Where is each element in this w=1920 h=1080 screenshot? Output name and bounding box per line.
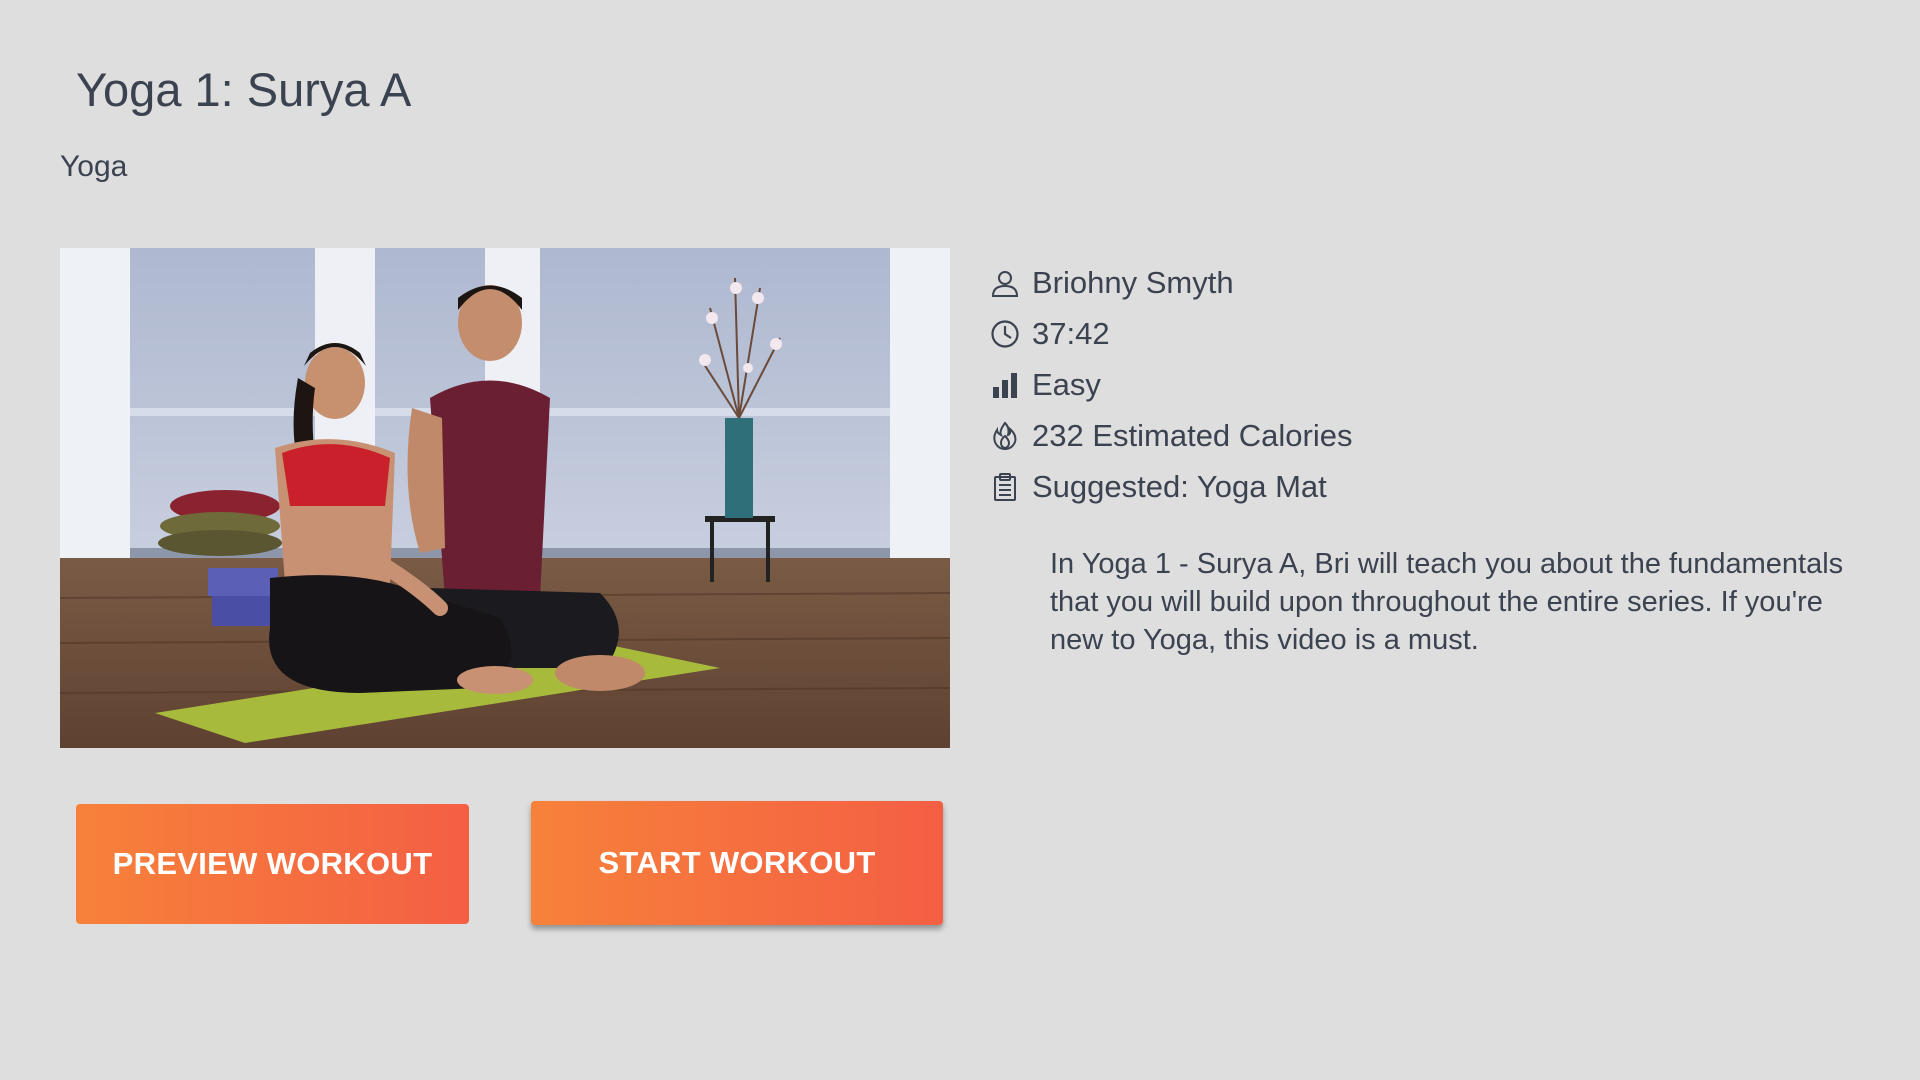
flame-icon	[988, 419, 1022, 453]
difficulty-row: Easy	[988, 359, 1353, 410]
start-workout-button[interactable]: START WORKOUT	[531, 801, 943, 925]
person-icon	[988, 266, 1022, 300]
difficulty-bars-icon	[988, 368, 1022, 402]
equipment-text: Suggested: Yoga Mat	[1032, 468, 1327, 504]
workout-title: Yoga 1: Surya A	[76, 63, 412, 116]
clipboard-icon	[988, 470, 1022, 504]
equipment-row: Suggested: Yoga Mat	[988, 461, 1353, 512]
calories-row: 232 Estimated Calories	[988, 410, 1353, 461]
workout-category: Yoga	[60, 150, 128, 183]
workout-thumbnail	[60, 248, 950, 748]
duration-text: 37:42	[1032, 315, 1110, 351]
clock-icon	[988, 317, 1022, 351]
calories-text: 232 Estimated Calories	[1032, 417, 1353, 453]
instructor-row: Briohny Smyth	[988, 257, 1353, 308]
duration-row: 37:42	[988, 308, 1353, 359]
workout-description: In Yoga 1 - Surya A, Bri will teach you …	[1050, 548, 1844, 656]
preview-workout-button[interactable]: PREVIEW WORKOUT	[76, 804, 469, 924]
instructor-name: Briohny Smyth	[1032, 264, 1234, 300]
difficulty-text: Easy	[1032, 366, 1101, 402]
workout-details: Briohny Smyth 37:42 Easy 232 Estimated C…	[988, 257, 1353, 512]
